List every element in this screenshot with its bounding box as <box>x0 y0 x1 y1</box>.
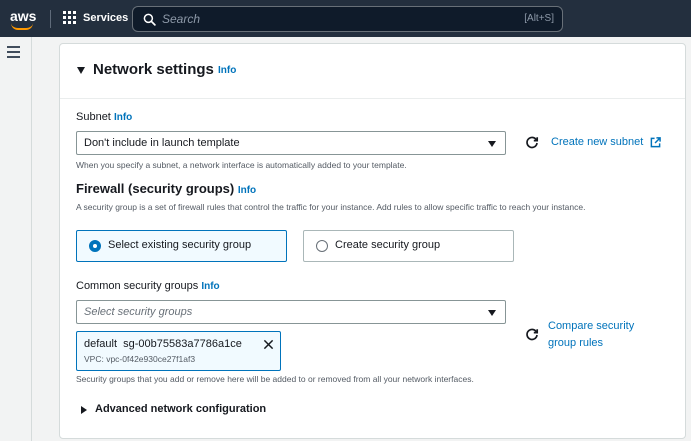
firewall-description: A security group is a set of firewall ru… <box>76 202 586 212</box>
aws-logo[interactable]: aws <box>10 8 37 30</box>
panel-info-link[interactable]: Info <box>218 65 236 76</box>
panel-title[interactable]: Network settings <box>93 61 214 78</box>
panel-header: Network settings Info <box>60 44 685 99</box>
select-existing-sg-option[interactable]: Select existing security group <box>76 230 287 262</box>
security-group-token: default sg-00b75583a7786a1ce VPC: vpc-0f… <box>76 331 281 371</box>
subnet-label-row: Subnet Info <box>76 111 132 123</box>
common-sg-description: Security groups that you add or remove h… <box>76 374 474 384</box>
network-settings-panel: Network settings Info Subnet Info Don't … <box>59 43 686 439</box>
select-existing-sg-label: Select existing security group <box>108 239 252 251</box>
advanced-network-config-toggle[interactable]: Advanced network configuration <box>95 403 266 415</box>
token-sg-id: sg-00b75583a7786a1ce <box>123 338 242 350</box>
common-sg-info-link[interactable]: Info <box>201 281 219 292</box>
token-label: default sg-00b75583a7786a1ce <box>84 338 242 350</box>
compare-sg-rules-link[interactable]: Compare security group rules <box>548 318 658 352</box>
security-groups-select[interactable]: Select security groups <box>76 300 506 324</box>
security-groups-placeholder: Select security groups <box>84 306 193 318</box>
search-box[interactable]: [Alt+S] <box>132 6 563 32</box>
services-menu-button[interactable]: Services <box>63 11 128 24</box>
subnet-selected-value: Don't include in launch template <box>84 137 240 149</box>
token-name: default <box>84 338 118 350</box>
dropdown-arrow-icon <box>488 141 496 147</box>
subnet-select[interactable]: Don't include in launch template <box>76 131 506 155</box>
subnet-description: When you specify a subnet, a network int… <box>76 160 407 170</box>
close-icon[interactable] <box>263 339 274 350</box>
create-sg-option[interactable]: Create security group <box>303 230 514 262</box>
top-navigation: aws Services [Alt+S] <box>0 0 691 37</box>
subnet-info-link[interactable]: Info <box>114 112 132 123</box>
token-vpc-id: VPC: vpc-0f42e930ce27f1af3 <box>84 354 196 364</box>
refresh-icon[interactable] <box>525 328 539 342</box>
services-label: Services <box>83 11 129 24</box>
side-rail-divider <box>31 37 32 441</box>
create-new-subnet-link[interactable]: Create new subnet <box>551 134 643 151</box>
firewall-heading: Firewall (security groups) <box>76 181 235 196</box>
radio-unselected-icon[interactable] <box>316 240 328 252</box>
menu-icon[interactable] <box>7 46 20 58</box>
common-sg-label-row: Common security groups Info <box>76 280 220 292</box>
caret-right-icon[interactable] <box>81 406 87 414</box>
nav-divider <box>50 10 51 28</box>
search-shortcut-hint: [Alt+S] <box>524 13 554 24</box>
caret-down-icon[interactable] <box>77 67 85 74</box>
radio-selected-icon[interactable] <box>89 240 101 252</box>
create-sg-label: Create security group <box>335 239 441 251</box>
search-icon <box>143 13 156 26</box>
refresh-icon[interactable] <box>525 136 539 150</box>
common-sg-label: Common security groups <box>76 280 199 292</box>
subnet-label: Subnet <box>76 111 111 123</box>
search-input[interactable] <box>162 10 462 28</box>
external-link-icon[interactable] <box>650 137 661 148</box>
firewall-heading-row: Firewall (security groups) Info <box>76 181 256 196</box>
aws-logo-text: aws <box>10 8 37 24</box>
aws-smile-icon <box>11 23 33 30</box>
grid-icon <box>63 11 76 24</box>
firewall-info-link[interactable]: Info <box>238 185 256 196</box>
dropdown-arrow-icon <box>488 310 496 316</box>
